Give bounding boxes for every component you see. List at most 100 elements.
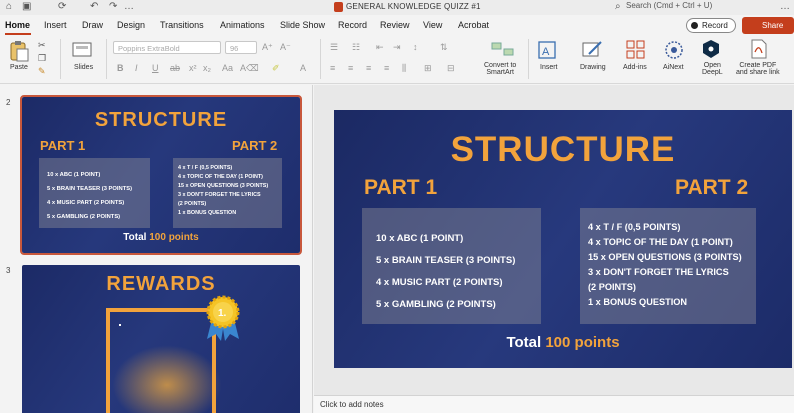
- decrease-indent-icon[interactable]: ⇤: [376, 42, 384, 53]
- subscript-icon[interactable]: x₂: [203, 63, 211, 73]
- format-painter-icon[interactable]: ✎: [38, 66, 46, 77]
- copy-icon[interactable]: ❐: [38, 53, 46, 64]
- insert-label: Insert: [540, 64, 558, 71]
- record-button[interactable]: Record: [686, 18, 736, 33]
- increase-font-icon[interactable]: A⁺: [262, 42, 273, 53]
- separator: [528, 39, 529, 79]
- change-case-icon[interactable]: Aa: [222, 63, 233, 73]
- tab-record[interactable]: Record: [338, 20, 367, 30]
- part2-item: 1 x BONUS QUESTION: [588, 297, 688, 307]
- ainext-label: AiNext: [663, 64, 684, 71]
- justify-icon[interactable]: ≡: [384, 63, 389, 73]
- columns-icon[interactable]: ⫼: [402, 63, 406, 74]
- ribbon-tabs: Home Insert Draw Design Transitions Anim…: [0, 15, 794, 36]
- search-icon[interactable]: ⌕: [615, 2, 621, 12]
- tab-animations[interactable]: Animations: [220, 20, 265, 30]
- italic-icon[interactable]: I: [135, 63, 138, 73]
- part1-box[interactable]: 10 x ABC (1 POINT) 5 x BRAIN TEASER (3 P…: [362, 208, 541, 324]
- ribbon-toolbar: Paste ✂ ❐ ✎ Slides Poppins ExtraBold 96 …: [0, 36, 794, 84]
- part1-title[interactable]: PART 1: [364, 176, 437, 200]
- insert-shape-icon[interactable]: A: [537, 40, 559, 60]
- text-direction-icon[interactable]: ⇅: [440, 42, 448, 53]
- home-icon[interactable]: ⌂: [6, 2, 12, 12]
- numbering-icon[interactable]: ☷: [352, 42, 360, 53]
- save-icon[interactable]: ▣: [22, 2, 31, 12]
- slide-number: 2: [6, 98, 11, 107]
- deepl-icon[interactable]: [702, 39, 720, 59]
- tab-draw[interactable]: Draw: [82, 20, 103, 30]
- thumb-part1-box: 10 x ABC (1 POINT) 5 x BRAIN TEASER (3 P…: [39, 158, 150, 228]
- slide-thumbnail-pane[interactable]: 2 STRUCTURE PART 1 PART 2 10 x ABC (1 PO…: [0, 85, 313, 413]
- part1-item: 4 x MUSIC PART (2 POINTS): [376, 277, 503, 288]
- cut-icon[interactable]: ✂: [38, 40, 46, 51]
- slide-thumbnail-3[interactable]: REWARDS 1.: [22, 265, 300, 413]
- thumb-total: Total 100 points: [123, 232, 199, 243]
- search-input[interactable]: Search (Cmd + Ctrl + U): [626, 1, 712, 10]
- undo-icon[interactable]: ↶: [90, 2, 98, 12]
- vertical-align-icon[interactable]: ⊟: [447, 63, 455, 74]
- font-color-icon[interactable]: A: [300, 63, 306, 73]
- superscript-icon[interactable]: x²: [189, 63, 197, 73]
- part2-title[interactable]: PART 2: [675, 176, 748, 200]
- part2-box[interactable]: 4 x T / F (0,5 POINTS) 4 x TOPIC OF THE …: [580, 208, 756, 324]
- total-points[interactable]: Total 100 points: [334, 334, 792, 351]
- tab-view[interactable]: View: [423, 20, 442, 30]
- bullets-icon[interactable]: ☰: [330, 42, 338, 53]
- thumb-part1-item: 5 x GAMBLING (2 POINTS): [47, 214, 121, 220]
- sync-icon[interactable]: ⟳: [58, 2, 66, 12]
- powerpoint-icon: [334, 2, 343, 12]
- drawing-label: Drawing: [580, 64, 606, 71]
- notes-pane[interactable]: Click to add notes: [314, 395, 794, 413]
- slide-thumbnail-2[interactable]: STRUCTURE PART 1 PART 2 10 x ABC (1 POIN…: [20, 95, 302, 255]
- align-text-icon[interactable]: ⊞: [424, 63, 432, 74]
- tab-transitions[interactable]: Transitions: [160, 20, 204, 30]
- clear-format-icon[interactable]: A⌫: [240, 63, 259, 74]
- thumb-part2-box: 4 x T / F (0,5 POINTS) 4 x TOPIC OF THE …: [173, 158, 282, 228]
- tab-home[interactable]: Home: [5, 20, 30, 30]
- tab-slide-show[interactable]: Slide Show: [280, 20, 325, 30]
- medal-label: 1.: [218, 308, 227, 319]
- line-spacing-icon[interactable]: ↕: [413, 42, 418, 52]
- separator: [60, 39, 61, 79]
- underline-icon[interactable]: U: [152, 63, 159, 73]
- align-left-icon[interactable]: ≡: [330, 63, 335, 73]
- highlight-icon[interactable]: ✐: [272, 63, 280, 74]
- slides-label: Slides: [74, 64, 94, 71]
- share-button[interactable]: Share: [742, 17, 794, 34]
- create-pdf-icon[interactable]: [750, 39, 768, 59]
- strikethrough-icon[interactable]: ab: [170, 63, 180, 73]
- slide-editor-canvas[interactable]: STRUCTURE PART 1 PART 2 10 x ABC (1 POIN…: [314, 85, 794, 395]
- thumb-part2-item: 4 x T / F (0,5 POINTS): [178, 165, 233, 171]
- paste-icon[interactable]: [8, 40, 30, 62]
- part2-item: 15 x OPEN QUESTIONS (3 POINTS): [588, 252, 742, 262]
- addins-icon[interactable]: [626, 40, 646, 60]
- slides-icon[interactable]: [72, 41, 96, 59]
- font-name-field[interactable]: Poppins ExtraBold: [113, 41, 221, 54]
- part1-item: 5 x GAMBLING (2 POINTS): [376, 299, 496, 310]
- align-center-icon[interactable]: ≡: [348, 63, 353, 73]
- tab-insert[interactable]: Insert: [44, 20, 67, 30]
- smartart-icon[interactable]: [490, 40, 516, 58]
- thumb-part1-title: PART 1: [40, 138, 86, 153]
- tab-design[interactable]: Design: [117, 20, 145, 30]
- main-slide[interactable]: STRUCTURE PART 1 PART 2 10 x ABC (1 POIN…: [334, 110, 792, 368]
- increase-indent-icon[interactable]: ⇥: [393, 42, 401, 53]
- record-icon: [691, 22, 698, 29]
- more-icon[interactable]: …: [124, 2, 134, 12]
- align-right-icon[interactable]: ≡: [366, 63, 371, 73]
- tab-acrobat[interactable]: Acrobat: [458, 20, 489, 30]
- bold-icon[interactable]: B: [117, 63, 124, 73]
- notes-placeholder[interactable]: Click to add notes: [320, 400, 384, 409]
- tab-review[interactable]: Review: [380, 20, 410, 30]
- more-options-icon[interactable]: …: [780, 2, 790, 12]
- thumb-part2-title: PART 2: [232, 138, 278, 153]
- decrease-font-icon[interactable]: A⁻: [280, 42, 291, 53]
- slide-title[interactable]: STRUCTURE: [334, 130, 792, 170]
- part1-item: 5 x BRAIN TEASER (3 POINTS): [376, 255, 516, 266]
- thumb-part1-item: 4 x MUSIC PART (2 POINTS): [47, 200, 125, 206]
- font-size-field[interactable]: 96: [225, 41, 257, 54]
- thumb-part2-item: 3 x DON'T FORGET THE LYRICS: [178, 192, 261, 198]
- drawing-icon[interactable]: [581, 40, 605, 60]
- redo-icon[interactable]: ↷: [109, 2, 117, 12]
- ainext-icon[interactable]: [664, 40, 684, 60]
